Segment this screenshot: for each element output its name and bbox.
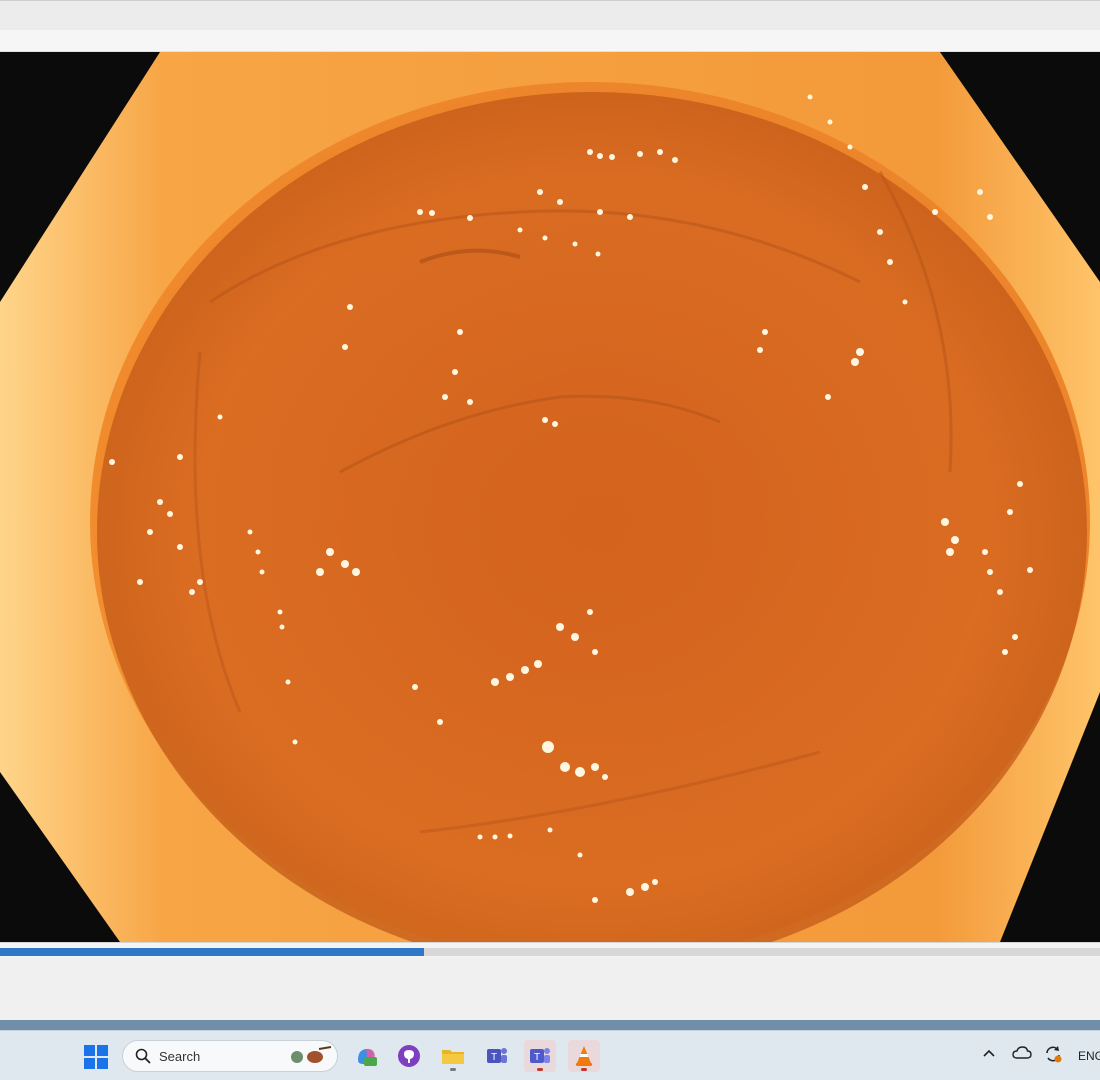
seek-progress (0, 948, 424, 956)
copilot-icon[interactable] (350, 1040, 382, 1072)
search-highlight-icon (291, 1046, 332, 1063)
onedrive-cloud-icon[interactable] (1012, 1046, 1032, 1060)
start-icon[interactable] (84, 1045, 108, 1069)
svg-text:T: T (491, 1052, 497, 1063)
window-toolbar (0, 30, 1100, 52)
search-label: Search (159, 1049, 201, 1064)
show-hidden-icons-chevron-icon[interactable] (982, 1048, 996, 1058)
running-indicator (537, 1068, 543, 1071)
svg-text:T: T (534, 1052, 540, 1063)
running-indicator (581, 1068, 587, 1071)
vlc-icon[interactable] (568, 1040, 600, 1072)
seek-bar[interactable] (0, 942, 1100, 958)
running-indicator (450, 1068, 456, 1071)
endoscopy-image (0, 52, 1100, 942)
language-indicator[interactable]: ENG (1078, 1049, 1100, 1063)
window-title-bar (0, 0, 1100, 30)
player-controls-area (0, 958, 1100, 1020)
search-icon (135, 1048, 151, 1064)
file-explorer-icon[interactable] (437, 1040, 469, 1072)
github-icon[interactable] (393, 1040, 425, 1072)
video-frame[interactable] (0, 52, 1100, 942)
taskbar: Search T T ENG (0, 1030, 1100, 1080)
sync-icon[interactable] (1043, 1044, 1063, 1064)
teams-classic-icon[interactable]: T (481, 1040, 513, 1072)
search-box[interactable]: Search (122, 1040, 338, 1072)
desktop-background-strip (0, 1020, 1100, 1030)
teams-icon[interactable]: T (524, 1040, 556, 1072)
